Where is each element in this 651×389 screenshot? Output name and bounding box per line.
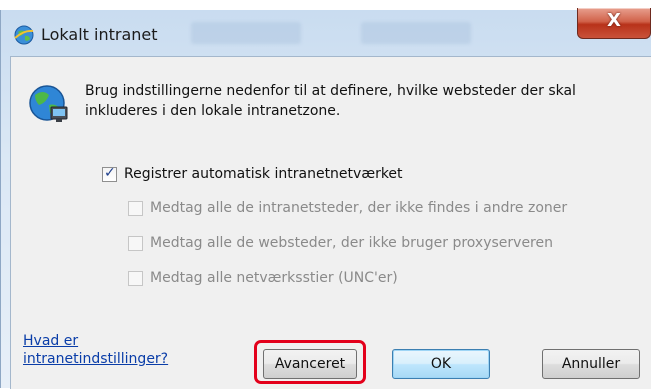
checkbox-label: Medtag alle de intranetsteder, der ikke … (150, 200, 568, 216)
auto-detect-intranet-checkbox[interactable]: ✓ Registrer automatisk intranetnetværket (102, 164, 403, 184)
checkbox-label: Medtag alle netværksstier (UNC'er) (150, 270, 398, 286)
checkbox-box[interactable] (128, 200, 143, 216)
close-icon: X (607, 10, 621, 31)
dialog-window: Lokalt intranet X Brug indstillingerne n… (0, 8, 651, 389)
checkbox-box[interactable] (128, 270, 143, 286)
window-title: Lokalt intranet (41, 25, 158, 44)
checkbox-label: Medtag alle de websteder, der ikke bruge… (150, 235, 553, 251)
background-tab-ghost (191, 22, 301, 44)
cancel-button[interactable]: Annuller (542, 349, 640, 379)
checkmark-icon: ✓ (104, 164, 116, 181)
intranet-globe-icon (29, 85, 68, 122)
description-text: Brug indstillingerne nedenfor til at def… (85, 83, 576, 119)
checkbox-box[interactable]: ✓ (102, 164, 117, 182)
intranet-settings-help-link[interactable]: Hvad er intranetindstillinger? (23, 332, 223, 368)
internet-explorer-globe-icon (14, 25, 34, 45)
dialog-body: Brug indstillingerne nedenfor til at def… (10, 56, 651, 389)
ok-button[interactable]: OK (392, 349, 490, 379)
include-bypass-proxy-checkbox[interactable]: Medtag alle de websteder, der ikke bruge… (128, 233, 553, 253)
checkbox-label: Registrer automatisk intranetnetværket (124, 166, 403, 182)
advanced-button[interactable]: Avanceret (263, 349, 357, 379)
include-unc-paths-checkbox[interactable]: Medtag alle netværksstier (UNC'er) (128, 268, 398, 288)
title-bar[interactable]: Lokalt intranet X (1, 8, 651, 56)
include-local-sites-checkbox[interactable]: Medtag alle de intranetsteder, der ikke … (128, 198, 567, 218)
close-button[interactable]: X (577, 8, 651, 39)
checkbox-box[interactable] (128, 235, 143, 251)
background-tab-ghost (361, 22, 471, 44)
